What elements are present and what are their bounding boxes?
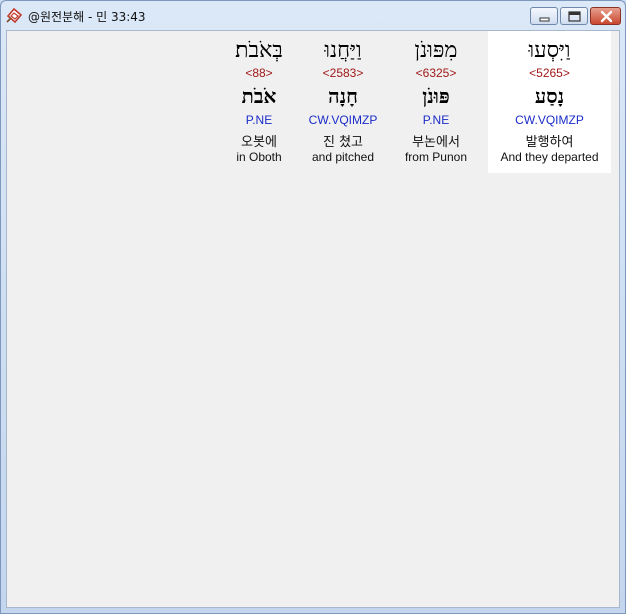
hebrew-word: וַיִּסְעוּ [528,38,571,63]
close-button[interactable] [590,7,621,25]
strong-number[interactable]: <2583> [300,66,386,80]
english-gloss: And they departed [500,150,599,164]
word-column-2[interactable]: מִפּוּנֹן <6325> פּוּנֹן P.NE 부논에서 from … [392,31,480,173]
close-icon [600,10,613,23]
restore-icon [568,11,581,22]
app-window: @원전분해 - 민 33:43 וַיִּסְעוּ <5265> נָסַע … [0,0,626,614]
morphology-code: P.NE [422,113,450,127]
korean-gloss: 발행하여 [525,135,574,150]
english-gloss: and pitched [311,150,375,164]
minimize-icon [539,17,550,22]
hebrew-lemma: פּוּנֹן [422,84,450,108]
strong-number[interactable]: <5265> [488,66,611,80]
korean-gloss: 오봇에 [241,135,277,150]
hebrew-lemma: אֹבֹת [241,84,277,108]
korean-gloss: 진 쳤고 [322,135,363,150]
korean-gloss: 부논에서 [412,135,460,150]
window-title: @원전분해 - 민 33:43 [28,10,146,24]
hebrew-word: בְּאֹבֹת׃ [235,38,283,63]
word-column-4[interactable]: בְּאֹבֹת׃ <88> אֹבֹת P.NE 오봇에 in Oboth [224,31,294,173]
english-gloss: from Punon [404,150,468,164]
hebrew-lemma: נָסַע [534,84,565,108]
word-column-1[interactable]: וַיִּסְעוּ <5265> נָסַע CW.VQIMZP 발행하여 A… [488,31,611,173]
word-column-3[interactable]: וַיַּחֲנוּ <2583> חָנָה CW.VQIMZP 진 쳤고 a… [300,31,386,173]
english-gloss: in Oboth [236,150,282,164]
title-bar[interactable]: @원전분해 - 민 33:43 [1,1,625,30]
window-controls [528,7,621,25]
minimize-button[interactable] [530,7,558,25]
hebrew-word: מִפּוּנֹן [414,38,458,63]
morphology-code: CW.VQIMZP [308,113,378,127]
strong-number[interactable]: <6325> [392,66,480,80]
maximize-button[interactable] [560,7,588,25]
window-frame-bottom [1,607,625,613]
analysis-pane: וַיִּסְעוּ <5265> נָסַע CW.VQIMZP 발행하여 A… [6,30,620,608]
hebrew-word: וַיַּחֲנוּ [324,38,362,63]
strong-number[interactable]: <88> [224,66,294,80]
app-icon[interactable] [6,7,23,24]
hebrew-lemma: חָנָה [328,84,358,108]
morphology-code: CW.VQIMZP [515,113,584,127]
morphology-code: P.NE [245,113,273,127]
